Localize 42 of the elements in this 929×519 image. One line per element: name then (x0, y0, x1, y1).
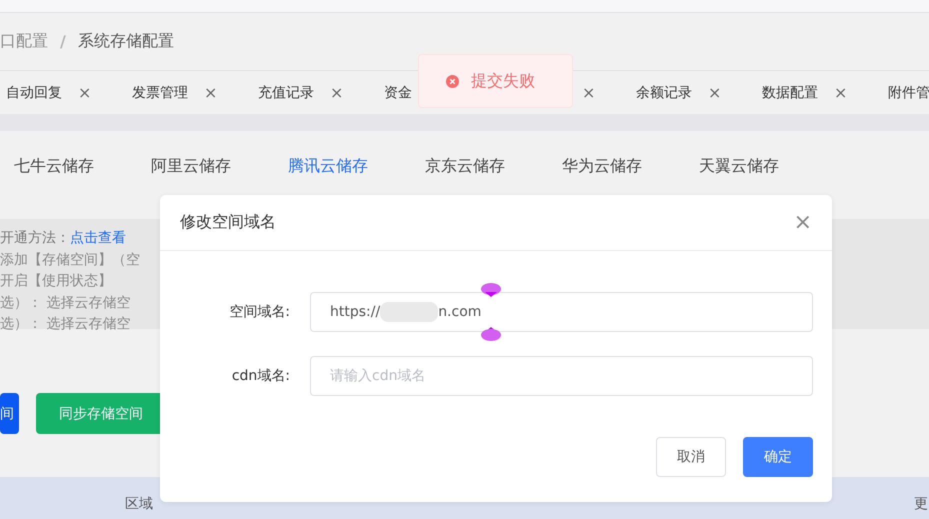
storage-tab[interactable]: 天翼云储存 (699, 156, 836, 176)
close-icon[interactable]: × (204, 83, 218, 102)
storage-tab[interactable]: 阿里云储存 (151, 156, 288, 176)
field-label: 空间域名: (228, 303, 290, 321)
close-icon[interactable]: × (330, 83, 344, 102)
close-icon[interactable]: × (834, 83, 848, 102)
tab-label[interactable]: 余额记录 (636, 84, 692, 100)
info-text: 选）： 选择云存储空 (0, 294, 130, 310)
close-icon[interactable]: × (582, 83, 596, 102)
input-field[interactable]: https:// n.com (310, 292, 813, 332)
tab-label[interactable]: 数据配置 (762, 84, 818, 100)
close-icon[interactable]: × (794, 210, 812, 235)
toast-message: 提交失败 (471, 70, 535, 92)
close-icon[interactable]: × (708, 83, 722, 102)
column-header: 更 (914, 495, 928, 513)
field-label: cdn域名: (230, 367, 290, 385)
close-icon[interactable]: × (78, 83, 92, 102)
storage-tab[interactable]: 华为云储存 (562, 156, 699, 176)
input-field[interactable]: 请输入cdn域名 (310, 356, 813, 396)
storage-tab[interactable]: 七牛云储存 (14, 156, 151, 176)
action-button[interactable]: 间 (0, 393, 19, 434)
selection-handle-icon[interactable] (481, 327, 501, 341)
tab-label[interactable]: 充值记录 (258, 84, 314, 100)
info-text: 开通方法： (0, 230, 70, 246)
info-text: 开启【使用状态】 (0, 273, 112, 289)
dialog-button[interactable]: 取消 (656, 437, 726, 477)
tab-label[interactable]: 发票管理 (132, 84, 188, 100)
tab-label[interactable]: 自动回复 (6, 84, 62, 100)
tab-label[interactable]: 附件管 (888, 84, 929, 100)
tab-label[interactable]: 资金 (384, 84, 412, 100)
info-text: 添加【存储空间】（空 (0, 252, 140, 268)
view-link[interactable]: 点击查看 (70, 230, 126, 246)
info-text: 选）： 选择云存储空 (0, 316, 130, 332)
breadcrumb-separator: / (60, 32, 66, 51)
dialog-title: 修改空间域名 (180, 212, 276, 233)
selection-handle-icon[interactable] (481, 283, 501, 297)
storage-tab[interactable]: 京东云储存 (425, 156, 562, 176)
storage-tab[interactable]: 腾讯云储存 (288, 156, 425, 176)
dialog-button[interactable]: 确定 (743, 437, 813, 477)
error-icon (446, 74, 459, 88)
column-header: 区域 (125, 495, 153, 513)
breadcrumb-item: 系统存储配置 (78, 31, 174, 52)
